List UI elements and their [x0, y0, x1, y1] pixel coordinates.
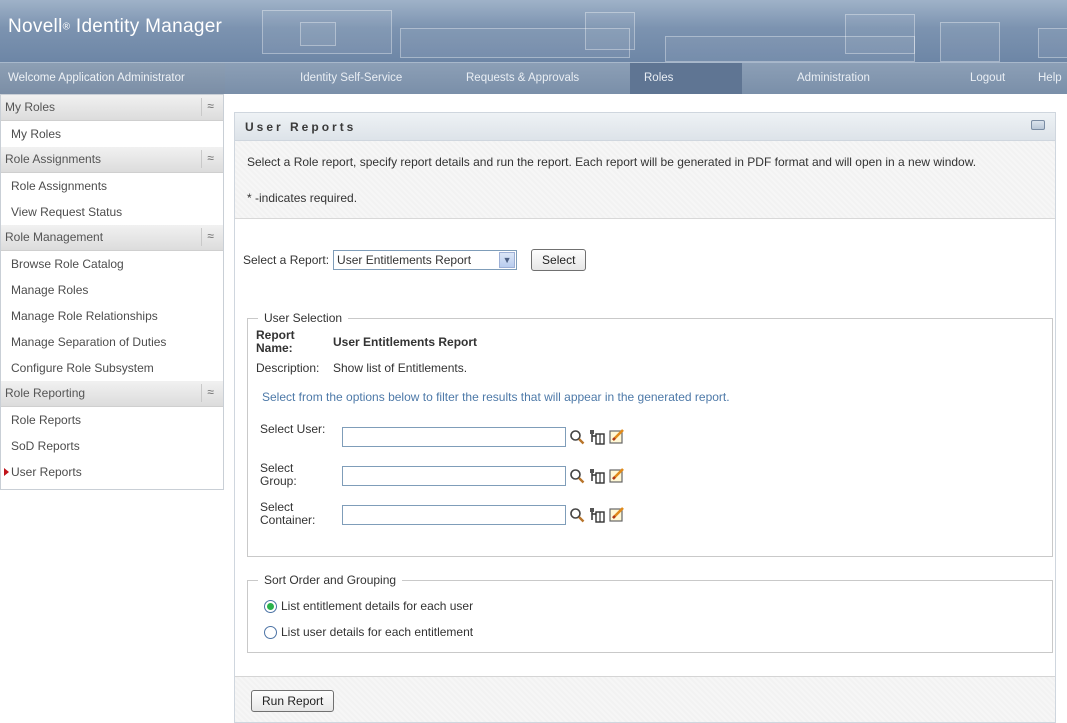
- history-edit-icon[interactable]: [609, 506, 625, 522]
- sidebar-section-role-reporting[interactable]: Role Reporting ≈: [1, 381, 223, 407]
- sidebar: My Roles ≈ My Roles Role Assignments ≈ R…: [0, 94, 224, 490]
- filter-hint: Select from the options below to filter …: [262, 390, 730, 404]
- sidebar-item-view-request-status[interactable]: View Request Status: [1, 199, 223, 225]
- radio-option-entitlement-details[interactable]: List entitlement details for each user: [264, 599, 473, 613]
- banner-decoration: [585, 12, 635, 50]
- sidebar-item-user-reports[interactable]: User Reports: [1, 459, 223, 485]
- section-title: Role Assignments: [5, 152, 102, 166]
- radio-option-user-details[interactable]: List user details for each entitlement: [264, 625, 473, 639]
- select-container-input[interactable]: [342, 505, 566, 525]
- select-container-label: Select Container:: [260, 500, 316, 527]
- user-selection-legend: User Selection: [264, 311, 343, 325]
- sidebar-item-label: User Reports: [11, 465, 82, 479]
- run-report-button[interactable]: Run Report: [251, 690, 335, 712]
- chevron-down-icon[interactable]: ▼: [499, 252, 516, 268]
- hierarchy-browse-icon[interactable]: [589, 468, 605, 484]
- banner-decoration: [940, 22, 1000, 62]
- select-group-input[interactable]: [342, 466, 566, 486]
- select-report-label: Select a Report:: [243, 253, 330, 267]
- sidebar-item-manage-roles[interactable]: Manage Roles: [1, 277, 223, 303]
- history-edit-icon[interactable]: [609, 428, 625, 444]
- report-name-value: User Entitlements Report: [333, 335, 478, 349]
- sidebar-item-manage-role-relationships[interactable]: Manage Role Relationships: [1, 303, 223, 329]
- search-icon[interactable]: [569, 429, 585, 445]
- sort-order-legend: Sort Order and Grouping: [264, 573, 397, 587]
- nav-help[interactable]: Help: [1038, 63, 1062, 94]
- panel-footer: Run Report: [235, 676, 1055, 722]
- history-edit-icon[interactable]: [609, 467, 625, 483]
- header-banner: Novell® Identity Manager: [0, 0, 1067, 62]
- description-label: Description:: [256, 361, 320, 375]
- select-button[interactable]: Select: [531, 249, 587, 271]
- brand-name: Novell: [8, 16, 63, 37]
- collapse-icon[interactable]: ≈: [201, 150, 219, 168]
- description-value: Show list of Entitlements.: [333, 361, 468, 375]
- nav-administration[interactable]: Administration: [797, 63, 870, 94]
- banner-decoration: [1038, 28, 1067, 58]
- required-note: * -indicates required.: [247, 191, 358, 205]
- sidebar-item-role-assignments[interactable]: Role Assignments: [1, 173, 223, 199]
- page-title: User Reports: [245, 120, 357, 134]
- brand-product: Identity Manager: [70, 16, 223, 37]
- section-title: Role Management: [5, 230, 104, 244]
- user-reports-panel: User Reports Select a Role report, speci…: [234, 112, 1056, 723]
- nav-requests-approvals[interactable]: Requests & Approvals: [466, 63, 579, 94]
- sidebar-item-configure-role-subsystem[interactable]: Configure Role Subsystem: [1, 355, 223, 381]
- select-group-label: Select Group:: [260, 461, 297, 488]
- intro-section: Select a Role report, specify report det…: [235, 141, 1055, 219]
- sidebar-section-my-roles[interactable]: My Roles ≈: [1, 95, 223, 121]
- sidebar-item-sod-reports[interactable]: SoD Reports: [1, 433, 223, 459]
- hierarchy-browse-icon[interactable]: [589, 429, 605, 445]
- sidebar-item-my-roles[interactable]: My Roles: [1, 121, 223, 147]
- select-user-label: Select User:: [260, 422, 326, 436]
- nav-roles[interactable]: Roles: [630, 63, 742, 94]
- welcome-text: Welcome Application Administrator: [0, 63, 225, 94]
- sidebar-item-role-reports[interactable]: Role Reports: [1, 407, 223, 433]
- collapse-icon[interactable]: ≈: [201, 384, 219, 402]
- top-navigation: Welcome Application Administrator Identi…: [0, 62, 1067, 94]
- current-page-marker-icon: [4, 468, 9, 476]
- panel-title: User Reports: [235, 113, 1055, 141]
- banner-decoration: [300, 22, 336, 46]
- sidebar-section-role-management[interactable]: Role Management ≈: [1, 225, 223, 251]
- select-user-input[interactable]: [342, 427, 566, 447]
- sidebar-item-browse-role-catalog[interactable]: Browse Role Catalog: [1, 251, 223, 277]
- panel-options-icon[interactable]: [1031, 120, 1045, 130]
- nav-logout[interactable]: Logout: [970, 63, 1005, 94]
- radio-selected-icon[interactable]: [264, 599, 277, 613]
- intro-text: Select a Role report, specify report det…: [247, 155, 977, 169]
- sort-order-group: Sort Order and Grouping: [247, 573, 1053, 653]
- sidebar-section-role-assignments[interactable]: Role Assignments ≈: [1, 147, 223, 173]
- sidebar-item-manage-separation-of-duties[interactable]: Manage Separation of Duties: [1, 329, 223, 355]
- report-select-value: User Entitlements Report: [337, 253, 472, 267]
- collapse-icon[interactable]: ≈: [201, 98, 219, 116]
- nav-identity-self-service[interactable]: Identity Self-Service: [300, 63, 402, 94]
- brand-logo: Novell® Identity Manager: [8, 16, 222, 38]
- section-title: My Roles: [5, 100, 56, 114]
- radio-label: List entitlement details for each user: [281, 599, 474, 613]
- search-icon[interactable]: [569, 507, 585, 523]
- section-title: Role Reporting: [5, 386, 86, 400]
- radio-label: List user details for each entitlement: [281, 625, 474, 639]
- report-select[interactable]: User Entitlements Report ▼: [333, 250, 518, 270]
- select-report-row: Select a Report: User Entitlements Repor…: [243, 248, 587, 272]
- search-icon[interactable]: [569, 468, 585, 484]
- report-name-label: Report Name:: [256, 328, 295, 355]
- banner-decoration: [845, 14, 915, 54]
- radio-unselected-icon[interactable]: [264, 625, 277, 639]
- hierarchy-browse-icon[interactable]: [589, 507, 605, 523]
- collapse-icon[interactable]: ≈: [201, 228, 219, 246]
